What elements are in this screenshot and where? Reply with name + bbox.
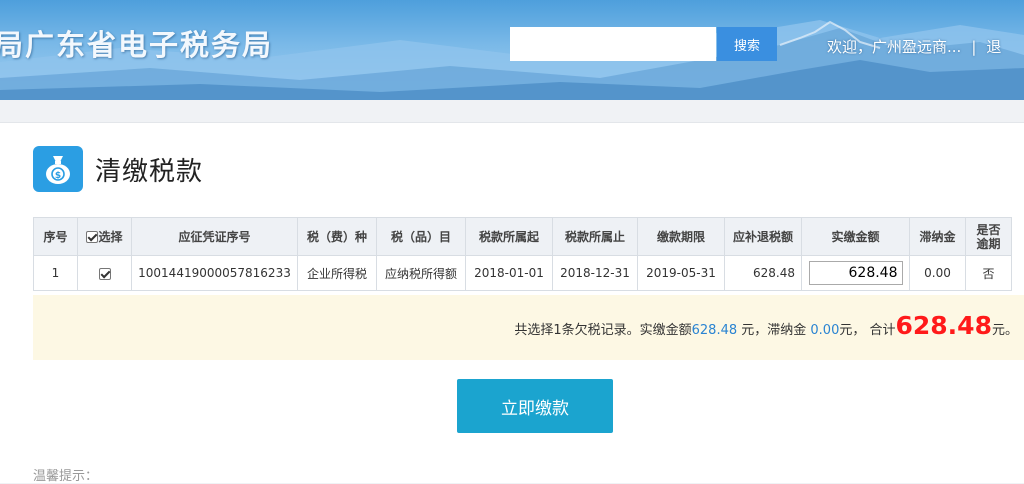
cell-voucher-no: 10014419000057816233 (131, 255, 298, 291)
user-welcome: 欢迎，广州盈远商... | 退 (827, 36, 1001, 57)
summary-bar: 共选择1条欠税记录。实缴金额628.48 元，滞纳金 0.00元， 合计628.… (33, 295, 1024, 360)
tax-table: 序号 选择 应征凭证序号 税（费）种 税（品）目 税款所属起 税款所属止 缴款期… (33, 217, 1012, 291)
row-checkbox[interactable] (98, 267, 111, 280)
svg-text:$: $ (55, 171, 61, 181)
welcome-text[interactable]: 欢迎，广州盈远商... (827, 38, 961, 56)
col-period-end: 税款所属止 (552, 217, 638, 256)
cell-tax-type: 企业所得税 (297, 255, 377, 291)
cell-period-start: 2018-01-01 (465, 255, 553, 291)
table-header-row: 序号 选择 应征凭证序号 税（费）种 税（品）目 税款所属起 税款所属止 缴款期… (33, 217, 1012, 256)
cell-overdue: 否 (965, 255, 1012, 291)
summary-mid2: 元， 合计 (839, 323, 896, 338)
summary-prefix: 共选择1条欠税记录。实缴金额 (514, 323, 692, 338)
page-title: 清缴税款 (95, 157, 204, 187)
money-bag-icon: $ (33, 146, 83, 192)
cell-tax-item: 应纳税所得额 (376, 255, 466, 291)
col-overdue-line1: 是否 (976, 222, 1001, 237)
cell-seq: 1 (33, 255, 78, 291)
cell-late-fee: 0.00 (909, 255, 966, 291)
summary-late-fee: 0.00 (810, 323, 840, 338)
search-button[interactable]: 搜索 (717, 27, 777, 61)
cell-due-date: 2019-05-31 (637, 255, 725, 291)
col-seq: 序号 (33, 217, 78, 256)
summary-actual-amount: 628.48 (691, 323, 738, 338)
summary-total: 628.48 (895, 311, 992, 340)
cell-period-end: 2018-12-31 (552, 255, 638, 291)
col-tax-item: 税（品）目 (376, 217, 466, 256)
col-select: 选择 (77, 217, 132, 256)
select-all-checkbox[interactable] (86, 231, 99, 243)
cell-actual-amount (801, 255, 910, 291)
summary-text: 共选择1条欠税记录。实缴金额628.48 元，滞纳金 0.00元， 合计628.… (514, 311, 1018, 340)
logout-link[interactable]: 退 (986, 38, 1001, 56)
actual-amount-input[interactable] (808, 261, 903, 285)
col-period-start: 税款所属起 (465, 217, 553, 256)
col-tax-type: 税（费）种 (297, 217, 377, 256)
site-title: 局广东省电子税务局 (0, 28, 274, 62)
col-late-fee: 滞纳金 (909, 217, 966, 256)
header-banner: 局广东省电子税务局 搜索 欢迎，广州盈远商... | 退 (0, 0, 1024, 100)
summary-suffix: 元。 (991, 323, 1018, 338)
main-card: $ 清缴税款 序号 选择 应征凭证序号 税（费）种 税（品）目 税款所属起 税款… (0, 122, 1024, 484)
col-overdue: 是否 逾期 (965, 217, 1012, 256)
search-input[interactable] (510, 27, 716, 61)
col-tax-due: 应补退税额 (724, 217, 802, 256)
summary-mid1: 元，滞纳金 (737, 323, 811, 338)
cell-select (77, 255, 132, 291)
col-actual-amount: 实缴金额 (801, 217, 910, 256)
col-due-date: 缴款期限 (637, 217, 725, 256)
tip-label: 温馨提示： (33, 469, 99, 484)
cell-tax-due: 628.48 (724, 255, 802, 291)
col-overdue-line2: 逾期 (976, 236, 1001, 251)
table-row: 1 10014419000057816233 企业所得税 应纳税所得额 2018… (33, 255, 1012, 291)
pay-now-button[interactable]: 立即缴款 (457, 379, 613, 433)
col-select-label: 选择 (98, 229, 123, 244)
col-voucher-no: 应征凭证序号 (131, 217, 298, 256)
separator: | (971, 38, 977, 56)
